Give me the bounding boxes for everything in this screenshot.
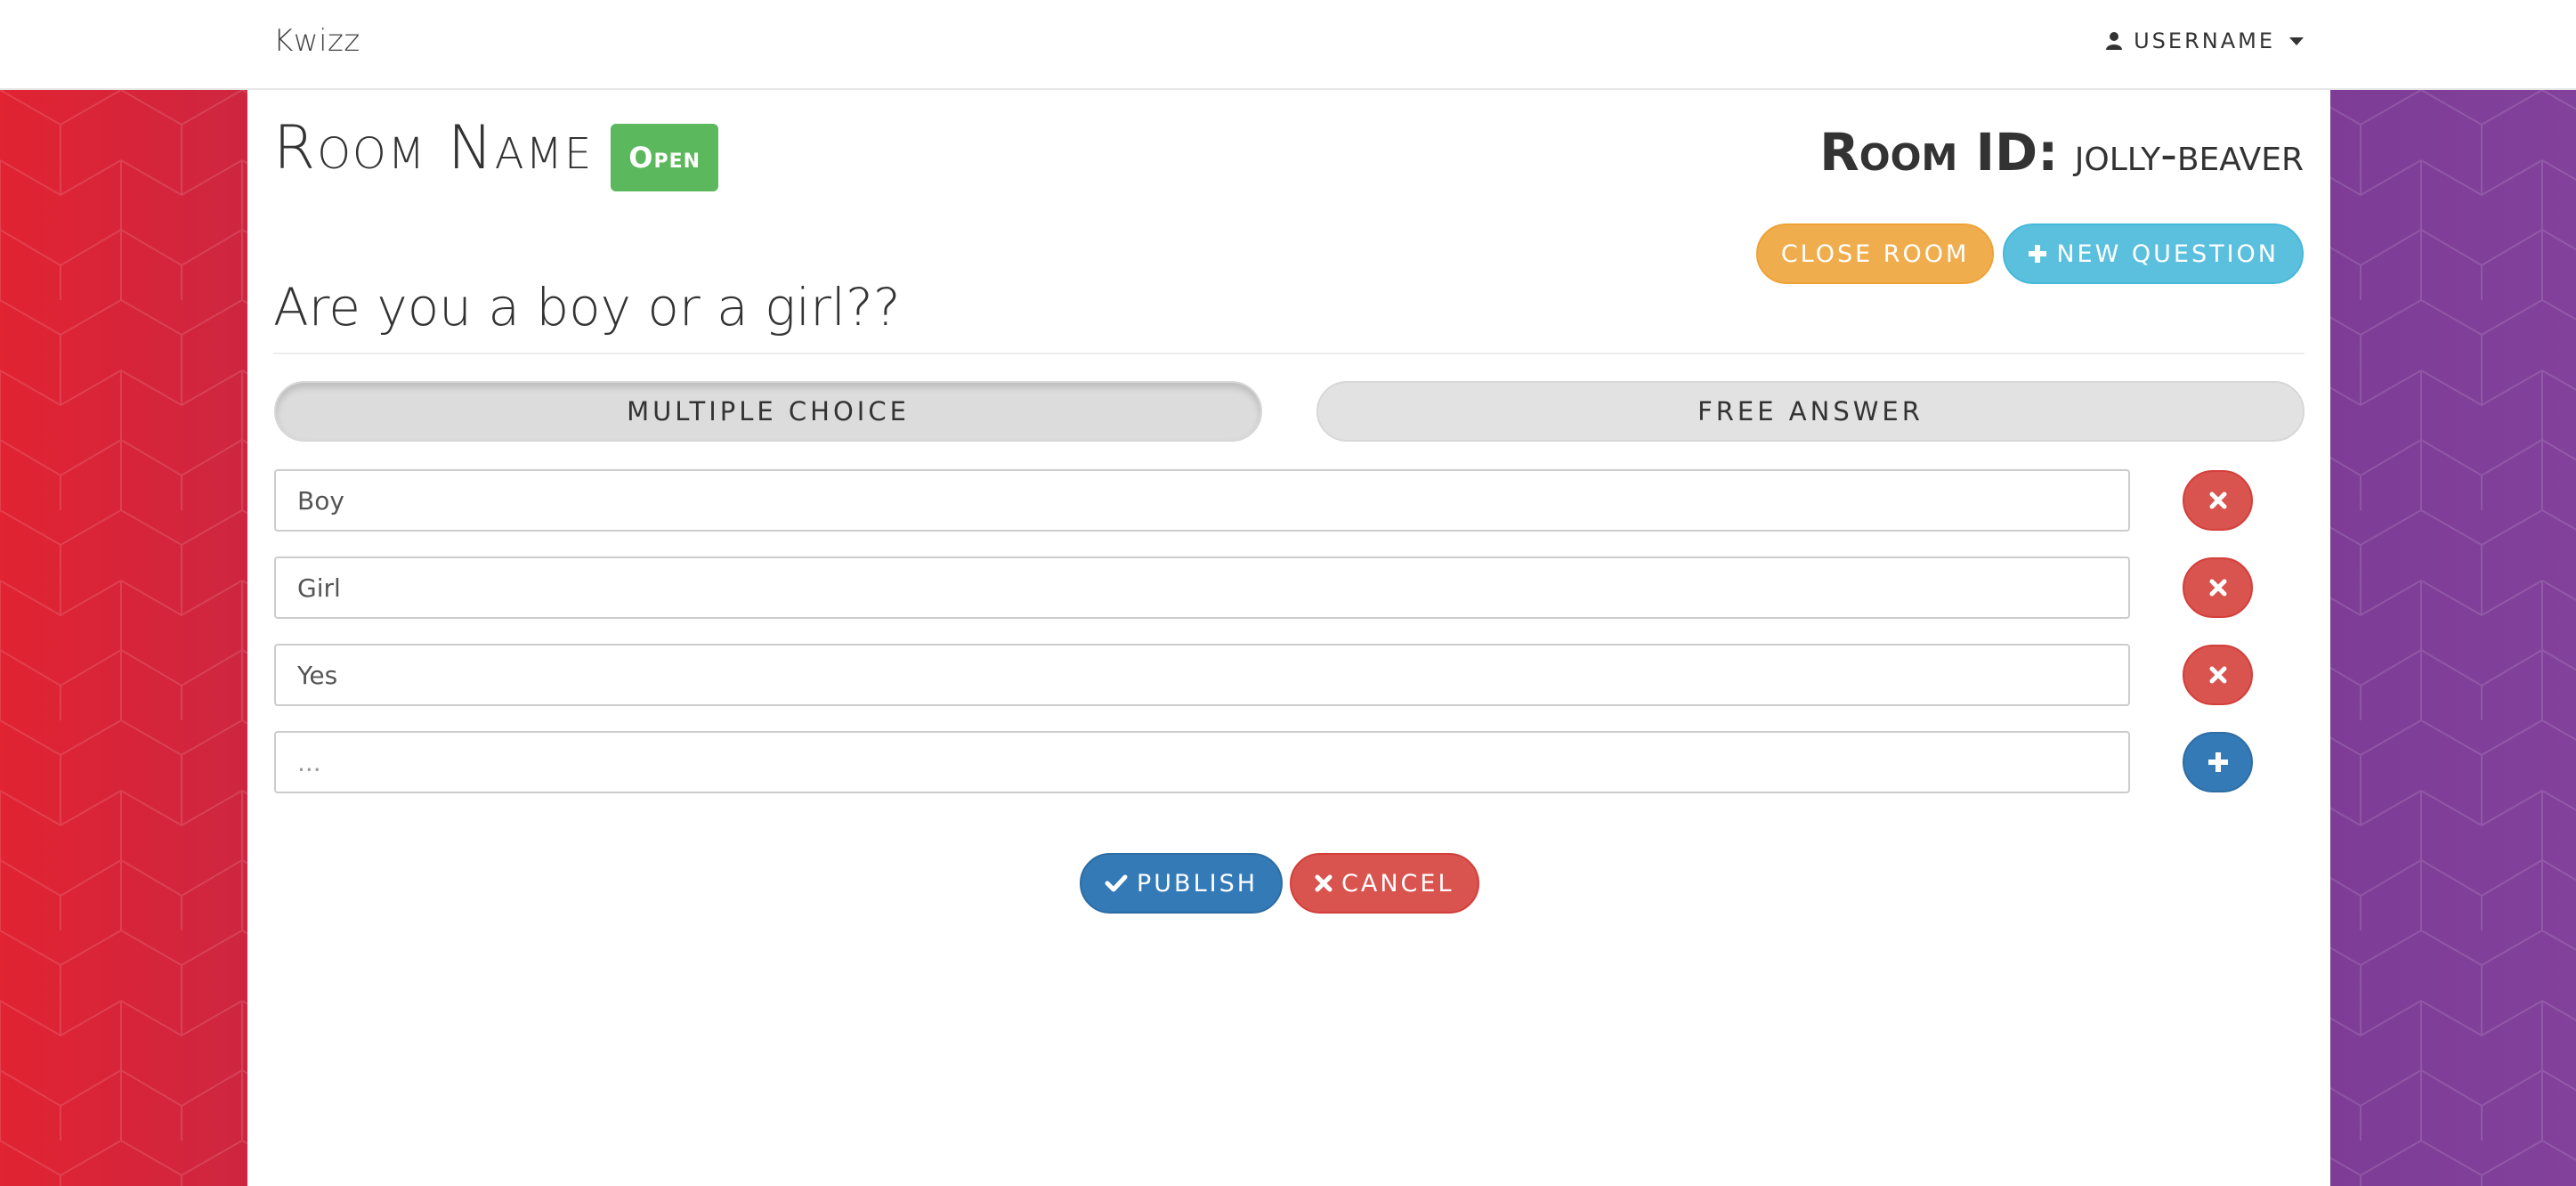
remove-answer-button[interactable] (2183, 645, 2253, 705)
room-name: Room Name (273, 113, 594, 183)
plus-icon (2207, 752, 2228, 772)
room-id-value: jolly-beaver (2074, 128, 2304, 182)
add-answer-button[interactable] (2183, 732, 2253, 792)
new-question-button[interactable]: NEW QUESTION (2003, 223, 2304, 284)
new-answer-row (274, 731, 2286, 793)
answer-row (274, 644, 2286, 706)
answer-input[interactable] (274, 556, 2130, 619)
close-room-label: CLOSE ROOM (1780, 240, 1970, 268)
navbar: Kwizz USERNAME (0, 0, 2576, 90)
multiple-choice-toggle[interactable]: MULTIPLE CHOICE (274, 381, 1262, 442)
answer-row (274, 556, 2286, 619)
close-room-button[interactable]: CLOSE ROOM (1755, 223, 1995, 284)
new-question-label: NEW QUESTION (2056, 240, 2279, 268)
status-badge: Open (611, 124, 719, 191)
check-icon (1105, 874, 1128, 892)
remove-answer-button[interactable] (2183, 470, 2253, 531)
room-id: Room ID: jolly-beaver (1819, 122, 2304, 183)
brand-logo[interactable]: Kwizz (273, 23, 360, 59)
publish-button[interactable]: PUBLISH (1080, 853, 1284, 914)
close-icon (2209, 491, 2226, 509)
question-title[interactable]: Are you a boy or a girl?? (273, 277, 2305, 354)
username-label: USERNAME (2134, 28, 2275, 53)
new-answer-input[interactable] (274, 731, 2130, 793)
cancel-label: CANCEL (1341, 869, 1454, 898)
remove-answer-button[interactable] (2183, 557, 2253, 618)
room-actions: CLOSE ROOM NEW QUESTION (1755, 223, 2304, 284)
room-header: Room Name Open (273, 111, 719, 191)
answer-row (274, 469, 2286, 532)
plus-icon (2029, 245, 2047, 263)
user-menu-dropdown[interactable]: USERNAME (2105, 28, 2304, 53)
main-container: Room Name Open Room ID: jolly-beaver CLO… (247, 90, 2330, 1186)
publish-label: PUBLISH (1137, 869, 1259, 898)
room-id-label: Room ID: (1819, 122, 2059, 183)
question-type-toggle: MULTIPLE CHOICE FREE ANSWER (274, 381, 2305, 442)
free-answer-toggle[interactable]: FREE ANSWER (1316, 381, 2305, 442)
close-icon (2209, 666, 2226, 684)
answer-input[interactable] (274, 469, 2130, 532)
form-actions: PUBLISH CANCEL (1080, 853, 1479, 914)
caret-down-icon (2289, 37, 2304, 45)
cancel-button[interactable]: CANCEL (1290, 853, 1479, 914)
user-icon (2106, 32, 2123, 50)
close-icon (2209, 579, 2226, 597)
answer-input[interactable] (274, 644, 2130, 706)
close-icon (1315, 874, 1333, 892)
